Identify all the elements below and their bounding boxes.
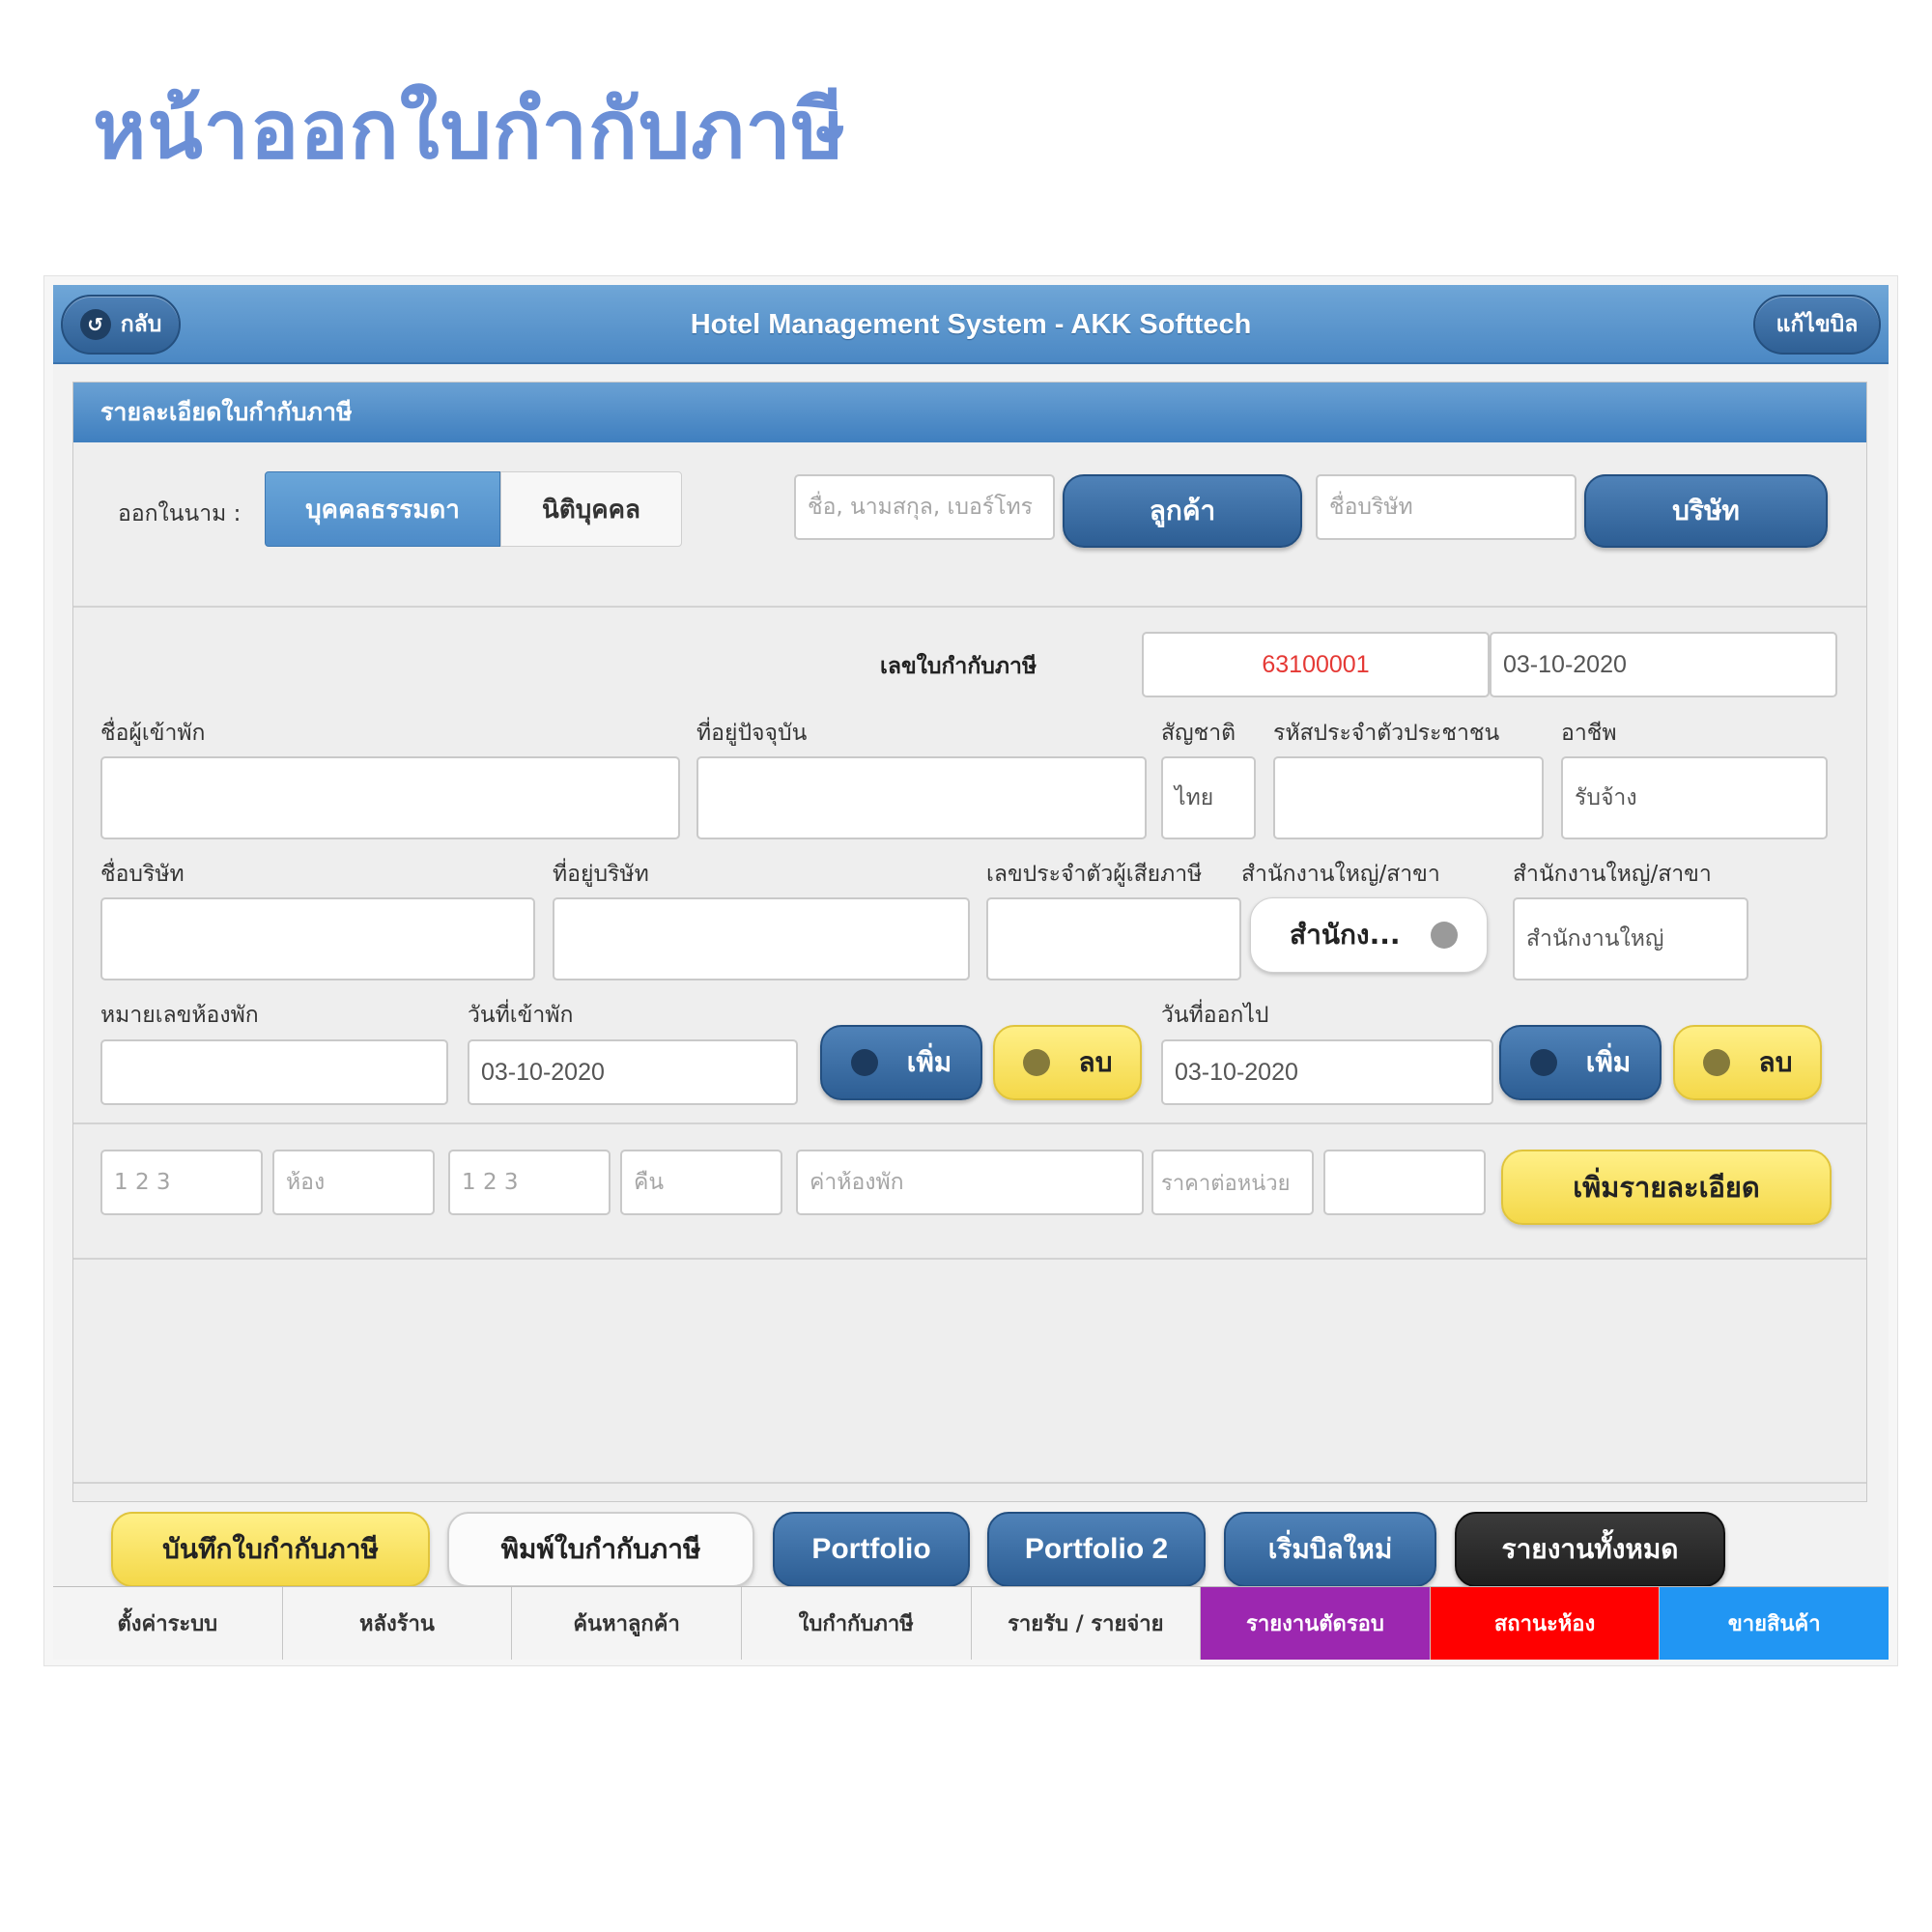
description-input[interactable]: ค่าห้องพัก — [796, 1150, 1144, 1215]
company-search-input[interactable]: ชื่อบริษัท — [1316, 474, 1577, 540]
invoice-date-field[interactable]: 03-10-2020 — [1490, 632, 1837, 697]
panel-title: รายละเอียดใบกำกับภาษี — [73, 383, 1866, 442]
nav-tax-invoice[interactable]: ใบกำกับภาษี — [741, 1587, 972, 1660]
guest-name-field[interactable] — [100, 756, 680, 839]
add-checkin-button[interactable]: เพิ่ม — [820, 1025, 982, 1100]
branch-toggle-value: สำนักง... — [1290, 919, 1401, 951]
unit-price-input[interactable]: ราคาต่อหน่วย — [1151, 1150, 1314, 1215]
invoice-number-label: เลขใบกำกับภาษี — [880, 654, 1037, 679]
app-header: Hotel Management System - AKK Softtech ↺… — [53, 285, 1889, 364]
nav-customer-search[interactable]: ค้นหาลูกค้า — [512, 1587, 742, 1660]
company-address-field[interactable] — [553, 897, 970, 980]
radio-dot-icon — [1702, 1049, 1730, 1076]
branch-toggle-label: สำนักงานใหญ่/สาขา — [1241, 862, 1440, 887]
nav-shift-report[interactable]: รายงานตัดรอบ — [1201, 1587, 1431, 1660]
divider — [73, 1482, 1866, 1484]
guest-address-label: ที่อยู่ปัจจุบัน — [696, 721, 808, 746]
branch-toggle[interactable]: สำนักง... — [1250, 897, 1488, 973]
radio-dot-icon — [1529, 1049, 1557, 1076]
add-label: เพิ่ม — [1585, 1046, 1632, 1078]
segment-individual[interactable]: บุคคลธรรมดา — [265, 471, 500, 547]
page-title: หน้าออกใบกำกับภาษี — [93, 82, 847, 177]
divider — [73, 1122, 1866, 1124]
guest-address-field[interactable] — [696, 756, 1147, 839]
back-arrow-icon: ↺ — [79, 309, 111, 340]
invoice-detail-panel: รายละเอียดใบกำกับภาษี ออกในนาม : บุคคลธร… — [72, 382, 1867, 1502]
all-reports-button[interactable]: รายงานทั้งหมด — [1455, 1512, 1725, 1587]
portfolio-button[interactable]: Portfolio — [773, 1512, 970, 1587]
add-label: เพิ่ม — [906, 1046, 952, 1078]
divider — [73, 606, 1866, 608]
delete-label: ลบ — [1078, 1046, 1113, 1078]
back-button[interactable]: ↺ กลับ — [61, 295, 181, 355]
branch-label: สำนักงานใหญ่/สาขา — [1513, 862, 1712, 887]
id-card-label: รหัสประจำตัวประชาชน — [1273, 721, 1500, 746]
edit-bill-button[interactable]: แก้ไขบิล — [1753, 295, 1881, 355]
nav-backoffice[interactable]: หลังร้าน — [282, 1587, 513, 1660]
nationality-field[interactable]: ไทย — [1161, 756, 1256, 839]
new-bill-button[interactable]: เริ่มบิลใหม่ — [1224, 1512, 1436, 1587]
tax-id-field[interactable] — [986, 897, 1241, 980]
room-quantity-input[interactable]: 1 2 3 — [100, 1150, 263, 1215]
divider — [73, 1258, 1866, 1260]
guest-name-label: ชื่อผู้เข้าพัก — [100, 721, 206, 746]
nav-sell-products[interactable]: ขายสินค้า — [1660, 1587, 1889, 1660]
delete-label: ลบ — [1758, 1046, 1793, 1078]
night-quantity-input[interactable]: 1 2 3 — [448, 1150, 611, 1215]
nationality-label: สัญชาติ — [1161, 721, 1236, 746]
add-detail-button[interactable]: เพิ่มรายละเอียด — [1501, 1150, 1832, 1225]
tax-id-label: เลขประจำตัวผู้เสียภาษี — [986, 862, 1203, 887]
app-window: Hotel Management System - AKK Softtech ↺… — [53, 285, 1889, 1660]
checkin-label: วันที่เข้าพัก — [468, 1003, 574, 1028]
company-name-label: ชื่อบริษัท — [100, 862, 185, 887]
room-number-field[interactable] — [100, 1039, 448, 1105]
branch-field[interactable]: สำนักงานใหญ่ — [1513, 897, 1748, 980]
toggle-knob-icon — [1431, 922, 1458, 949]
invoice-number-field[interactable]: 63100001 — [1142, 632, 1490, 697]
checkout-label: วันที่ออกไป — [1161, 1003, 1269, 1028]
back-button-label: กลับ — [120, 312, 162, 337]
bottom-navigation: ตั้งค่าระบบ หลังร้าน ค้นหาลูกค้า ใบกำกับ… — [53, 1586, 1889, 1660]
portfolio-2-button[interactable]: Portfolio 2 — [987, 1512, 1206, 1587]
nav-room-status[interactable]: สถานะห้อง — [1430, 1587, 1661, 1660]
occupation-label: อาชีพ — [1561, 721, 1617, 746]
company-name-field[interactable] — [100, 897, 535, 980]
nav-settings[interactable]: ตั้งค่าระบบ — [53, 1587, 283, 1660]
delete-checkout-button[interactable]: ลบ — [1673, 1025, 1822, 1100]
occupation-field[interactable]: รับจ้าง — [1561, 756, 1828, 839]
room-unit-field[interactable]: ห้อง — [272, 1150, 435, 1215]
night-unit-field[interactable]: คืน — [620, 1150, 782, 1215]
amount-field[interactable] — [1323, 1150, 1486, 1215]
checkin-date-field[interactable]: 03-10-2020 — [468, 1039, 798, 1105]
save-invoice-button[interactable]: บันทึกใบกำกับภาษี — [111, 1512, 430, 1587]
radio-dot-icon — [1022, 1049, 1050, 1076]
room-number-label: หมายเลขห้องพัก — [100, 1003, 259, 1028]
print-invoice-button[interactable]: พิมพ์ใบกำกับภาษี — [447, 1512, 754, 1587]
delete-checkin-button[interactable]: ลบ — [993, 1025, 1142, 1100]
radio-dot-icon — [850, 1049, 878, 1076]
customer-button[interactable]: ลูกค้า — [1063, 474, 1302, 548]
checkout-date-field[interactable]: 03-10-2020 — [1161, 1039, 1493, 1105]
customer-search-input[interactable]: ชื่อ, นามสกุล, เบอร์โทร — [794, 474, 1055, 540]
header-title: Hotel Management System - AKK Softtech — [690, 309, 1252, 340]
company-button[interactable]: บริษัท — [1584, 474, 1828, 548]
nav-income-expense[interactable]: รายรับ / รายจ่าย — [971, 1587, 1202, 1660]
company-address-label: ที่อยู่บริษัท — [553, 862, 649, 887]
segment-juristic[interactable]: นิติบุคคล — [500, 471, 682, 547]
add-checkout-button[interactable]: เพิ่ม — [1499, 1025, 1662, 1100]
id-card-field[interactable] — [1273, 756, 1544, 839]
issue-in-name-label: ออกในนาม : — [118, 501, 242, 526]
